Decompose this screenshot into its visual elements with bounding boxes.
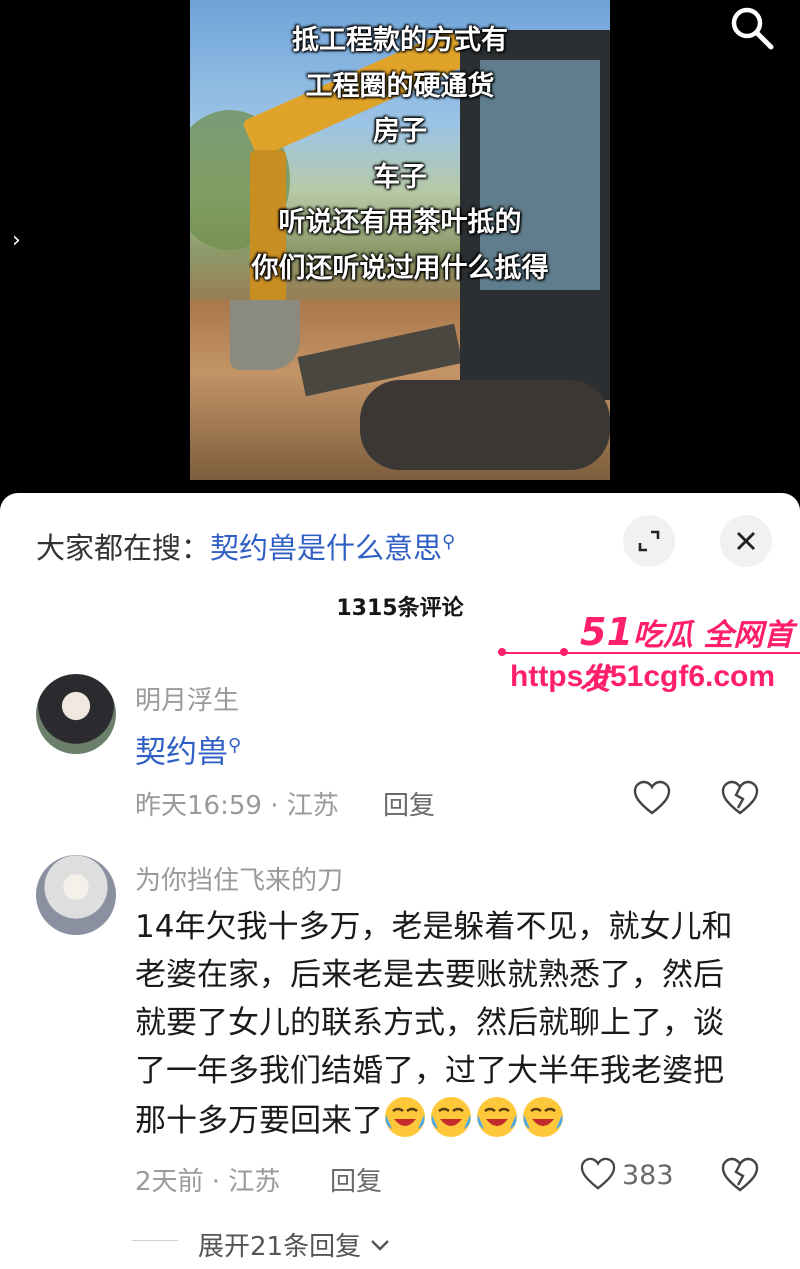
expand-side-arrow[interactable]: › [12, 228, 21, 253]
hot-search-prefix: 大家都在搜： [36, 531, 211, 565]
close-button[interactable] [720, 515, 772, 567]
hot-search-keyword[interactable]: 契约兽是什么意思 [210, 531, 442, 565]
avatar[interactable] [36, 855, 116, 935]
caption-line: 车子 [373, 161, 427, 193]
broken-heart-icon [721, 1157, 759, 1192]
comment-meta: 2天前 · 江苏 [135, 1167, 281, 1197]
watermark: 51吃瓜 全网首发 https://51cgf6.com [498, 610, 800, 705]
expand-button[interactable] [623, 515, 675, 567]
video-caption: 抵工程款的方式有 工程圈的硬通货 房子 车子 听说还有用茶叶抵的 你们还听说过用… [190, 18, 610, 291]
watermark-url: https://51cgf6.com [510, 660, 776, 693]
comment-text: 14年欠我十多万，老是躲着不见，就女儿和老婆在家，后来老是去要账就熟悉了，然后就… [135, 903, 745, 1145]
chevron-down-icon [371, 1240, 390, 1251]
watermark-brand-num: 51 [580, 610, 633, 654]
video-player[interactable]: 抵工程款的方式有 工程圈的硬通货 房子 车子 听说还有用茶叶抵的 你们还听说过用… [0, 0, 800, 495]
comment-text: 契约兽⚲ [135, 722, 745, 776]
like-button[interactable] [580, 1157, 616, 1195]
expand-replies-label: 展开21条回复 [198, 1232, 362, 1262]
hot-search-bar[interactable]: 大家都在搜：契约兽是什么意思⚲ [36, 525, 455, 567]
crying-laughing-emoji-icon [477, 1097, 517, 1137]
reply-button[interactable]: 回复 [383, 785, 435, 822]
crying-laughing-emoji-icon [431, 1097, 471, 1137]
crying-laughing-emoji-icon [523, 1097, 563, 1137]
crying-laughing-emoji-icon [385, 1097, 425, 1137]
dislike-button[interactable] [721, 780, 759, 820]
caption-line: 工程圈的硬通货 [305, 70, 495, 102]
caption-line: 听说还有用茶叶抵的 [278, 207, 522, 238]
keyword-search-icon: ⚲ [442, 531, 456, 553]
heart-icon [580, 1157, 616, 1190]
like-button[interactable] [633, 780, 671, 820]
caption-line: 房子 [373, 116, 427, 147]
caption-line: 你们还听说过用什么抵得 [251, 252, 549, 284]
expand-icon [638, 530, 660, 552]
dislike-button[interactable] [721, 1157, 759, 1197]
expand-replies-button[interactable]: 展开21条回复 [198, 1226, 391, 1263]
caption-line: 抵工程款的方式有 [292, 25, 508, 56]
search-button[interactable] [726, 2, 776, 52]
like-count: 383 [622, 1160, 674, 1191]
divider [132, 1240, 178, 1241]
broken-heart-icon [721, 780, 759, 815]
comment-keyword-link[interactable]: 契约兽 [135, 734, 228, 770]
keyword-search-icon: ⚲ [228, 735, 242, 756]
search-icon [731, 7, 774, 50]
comment-meta: 昨天16:59 · 江苏 [135, 791, 339, 821]
avatar[interactable] [36, 674, 116, 754]
heart-icon [633, 780, 671, 815]
close-icon [737, 532, 755, 550]
reply-button[interactable]: 回复 [330, 1161, 382, 1198]
comment-username[interactable]: 明月浮生 [135, 680, 239, 717]
comment-username[interactable]: 为你挡住飞来的刀 [135, 860, 343, 897]
